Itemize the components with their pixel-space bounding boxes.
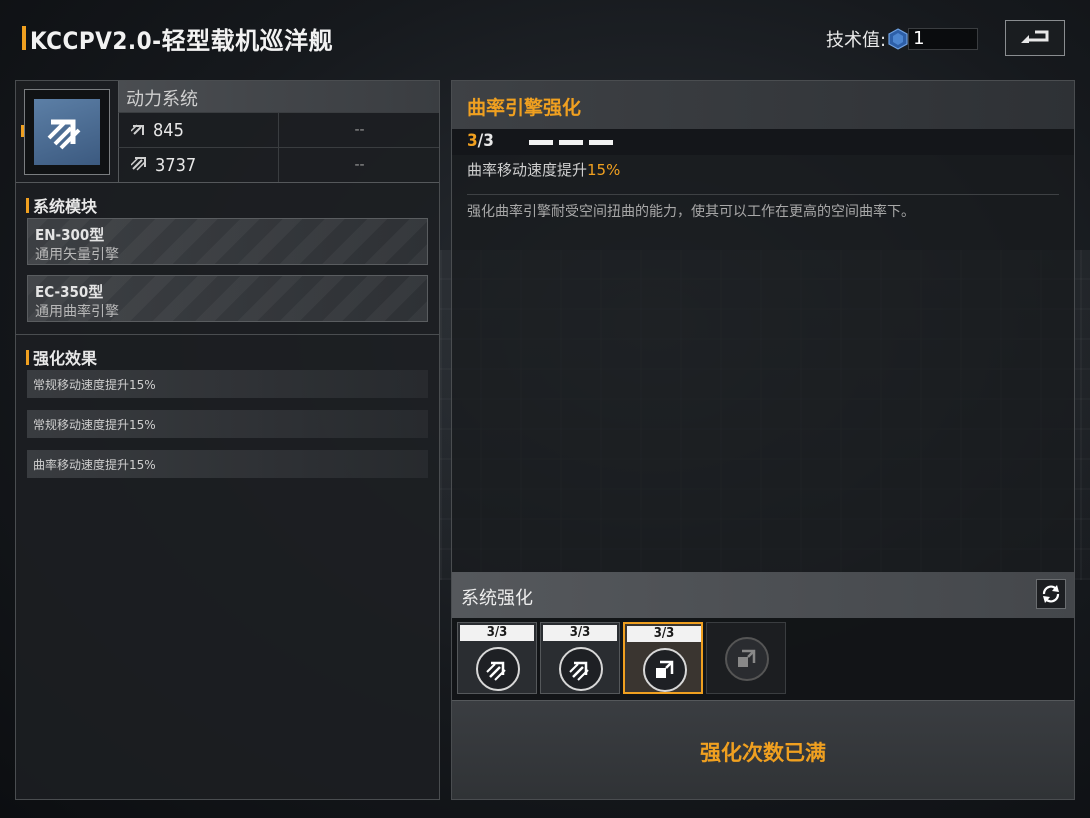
- enhance-status-area: 强化次数已满: [452, 700, 1074, 799]
- back-arrow-icon: [1021, 30, 1049, 43]
- level-counter: 3/3: [467, 131, 494, 151]
- module-type: 通用矢量引擎: [35, 247, 119, 263]
- title-bar: KCCPV2.0-轻型载机巡洋舰: [22, 22, 334, 55]
- level-pip: [589, 140, 613, 145]
- effect-row: 常规移动速度提升15%: [27, 410, 428, 438]
- thrust-icon: [130, 121, 147, 140]
- enhance-slot-4[interactable]: [706, 622, 786, 694]
- enhance-slot-1[interactable]: 3/3: [457, 622, 537, 694]
- right-panel: 曲率引擎强化 3/3 曲率移动速度提升15% 强化曲率引擎耐受空间扭曲的能力，使…: [451, 80, 1075, 800]
- modules-section-title: 系统模块: [26, 193, 97, 217]
- module-name: EN-300型: [35, 226, 105, 244]
- stat-cell: 845: [119, 113, 279, 147]
- refresh-icon: [1042, 585, 1060, 603]
- effect-value: 15%: [587, 161, 621, 179]
- effect-row: 曲率移动速度提升15%: [27, 450, 428, 478]
- system-icon-frame[interactable]: [24, 89, 110, 175]
- level-pip: [529, 140, 553, 145]
- thrust-upgrade-icon: [559, 647, 603, 691]
- warp-icon: [130, 155, 149, 175]
- engine-system-icon: [34, 99, 100, 165]
- slot-level: 3/3: [543, 625, 617, 641]
- enhance-slot-3[interactable]: 3/3: [623, 622, 703, 694]
- stat-row-warp: 3737 --: [118, 147, 439, 182]
- stat-row-thrust: 845 --: [118, 112, 439, 147]
- level-row: 3/3: [452, 129, 1074, 155]
- upgrade-description: 强化曲率引擎耐受空间扭曲的能力，使其可以工作在更高的空间曲率下。: [467, 204, 915, 220]
- modules-title: 系统模块: [33, 197, 98, 216]
- enhance-slot-2[interactable]: 3/3: [540, 622, 620, 694]
- warp-compare: --: [354, 157, 365, 173]
- module-card-en300[interactable]: EN-300型 通用矢量引擎: [27, 218, 428, 265]
- warp-upgrade-icon: [643, 648, 687, 692]
- system-name-bar: 动力系统: [118, 81, 439, 112]
- slot-level: 3/3: [627, 626, 701, 642]
- back-button[interactable]: [1005, 20, 1065, 56]
- system-header: 动力系统 845 -- 3737 --: [16, 81, 439, 183]
- page-title: KCCPV2.0-轻型载机巡洋舰: [30, 26, 334, 55]
- module-card-ec350[interactable]: EC-350型 通用曲率引擎: [27, 275, 428, 322]
- tech-label: 技术值:: [826, 30, 887, 51]
- thrust-value: 845: [153, 119, 184, 141]
- upgrade-effect: 曲率移动速度提升15%: [467, 159, 620, 180]
- enhance-title: 系统强化: [461, 588, 533, 609]
- title-accent: [22, 26, 26, 50]
- upgrade-title: 曲率引擎强化: [467, 97, 582, 119]
- description-divider: [467, 194, 1059, 195]
- section-divider: [16, 334, 439, 335]
- enhance-header: 系统强化: [452, 572, 1074, 618]
- effects-title: 强化效果: [33, 349, 98, 368]
- thrust-upgrade-icon: [476, 647, 520, 691]
- system-name: 动力系统: [126, 89, 198, 110]
- warp-upgrade-icon: [725, 637, 769, 681]
- tech-gem-icon: [888, 28, 908, 50]
- slot-level: 3/3: [460, 625, 534, 641]
- detail-header: 曲率引擎强化: [452, 81, 1074, 129]
- tech-value: 1: [908, 28, 979, 50]
- level-pips: [529, 140, 619, 145]
- warp-value: 3737: [155, 154, 197, 176]
- effect-prefix: 曲率移动速度提升: [467, 161, 588, 179]
- effects-section-title: 强化效果: [26, 345, 97, 369]
- module-name: EC-350型: [35, 283, 104, 301]
- left-panel: 动力系统 845 -- 3737 -- 系统模块 EN-300型 通用矢量引擎 …: [15, 80, 440, 800]
- level-max: /3: [477, 131, 494, 151]
- section-bar: [26, 349, 29, 365]
- stat-cell: 3737: [119, 148, 279, 182]
- level-pip: [559, 140, 583, 145]
- thrust-compare: --: [354, 122, 365, 138]
- module-type: 通用曲率引擎: [35, 304, 119, 320]
- refresh-button[interactable]: [1036, 579, 1066, 609]
- enhance-slots: 3/3 3/3 3/3: [452, 618, 1074, 700]
- level-current: 3: [467, 131, 478, 151]
- tech-points: 技术值: 1: [826, 26, 979, 52]
- section-bar: [26, 197, 29, 213]
- max-enhance-status: 强化次数已满: [700, 741, 826, 765]
- effect-row: 常规移动速度提升15%: [27, 370, 428, 398]
